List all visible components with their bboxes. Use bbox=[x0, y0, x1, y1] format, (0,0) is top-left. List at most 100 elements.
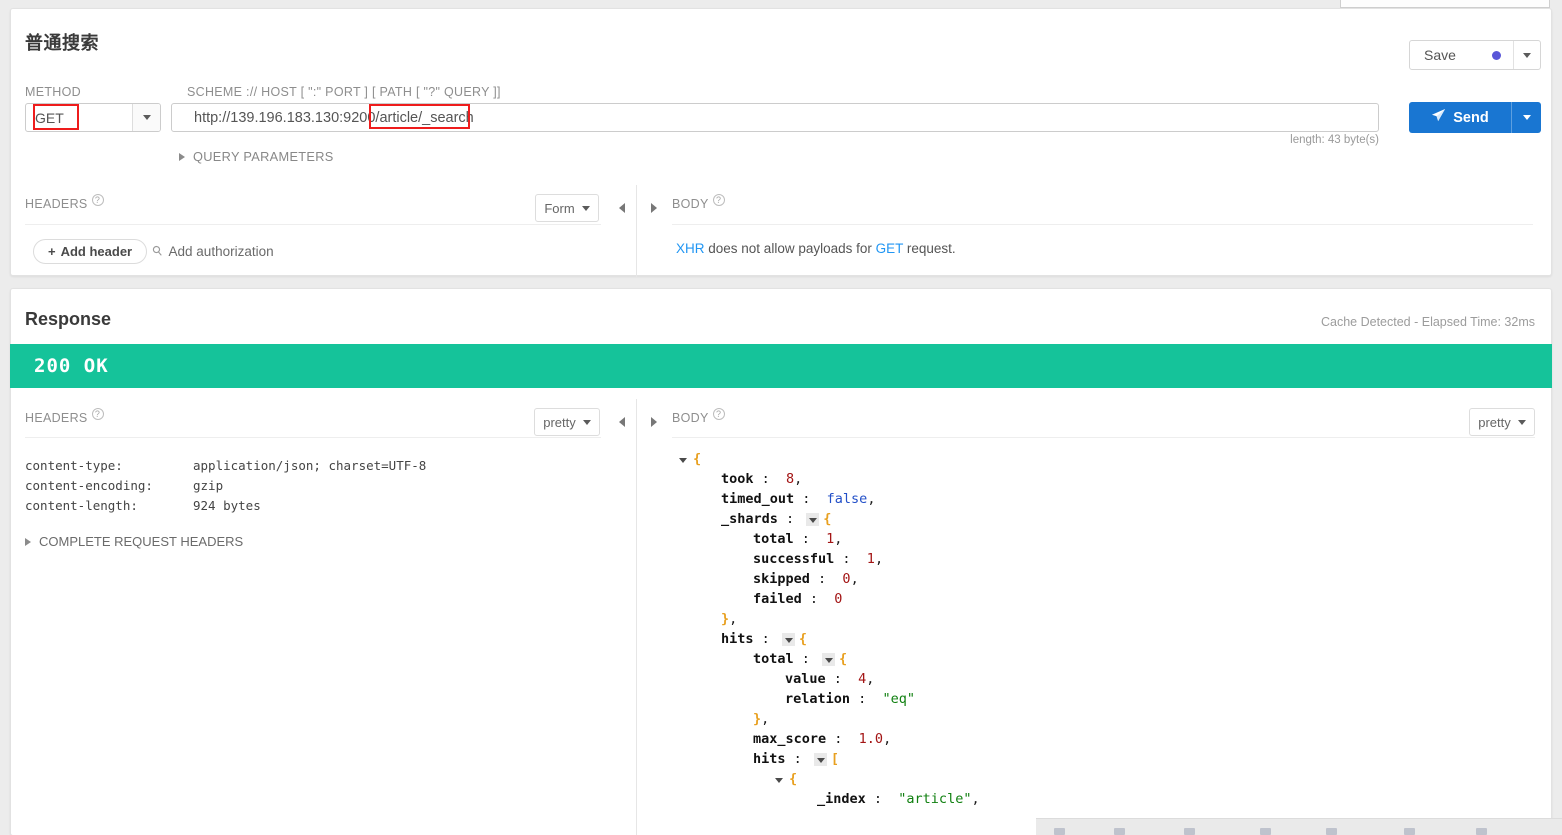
json-token-plain: : bbox=[825, 671, 859, 687]
json-token-plain: , bbox=[794, 471, 803, 487]
response-header-value: gzip bbox=[193, 477, 224, 493]
json-token-num: 0 bbox=[834, 591, 843, 607]
xhr-link[interactable]: XHR bbox=[676, 241, 705, 256]
taskbar-icon[interactable] bbox=[1114, 828, 1125, 835]
json-token-key: total bbox=[753, 531, 794, 547]
status-text: 200 OK bbox=[34, 355, 109, 377]
response-headers-label: HEADERS? bbox=[25, 408, 104, 425]
response-header-row: content-encoding: gzip bbox=[25, 475, 426, 495]
help-icon[interactable]: ? bbox=[712, 194, 725, 206]
request-title: 普通搜索 bbox=[25, 33, 99, 53]
plus-icon: + bbox=[48, 244, 56, 259]
response-headers-list: content-type: application/json; charset=U… bbox=[25, 455, 426, 515]
json-line: failed : 0 bbox=[672, 589, 1535, 609]
request-collapse-left-button[interactable] bbox=[615, 201, 629, 215]
method-select[interactable]: GET bbox=[25, 103, 161, 132]
taskbar-icon[interactable] bbox=[1326, 828, 1337, 835]
help-icon[interactable]: ? bbox=[712, 408, 725, 420]
send-dropdown-button[interactable] bbox=[1511, 102, 1541, 133]
paper-plane-icon bbox=[1431, 108, 1446, 127]
json-token-num: 1 bbox=[866, 551, 875, 567]
response-body-format-select[interactable]: pretty bbox=[1469, 408, 1535, 436]
request-headers-format-select[interactable]: Form bbox=[535, 194, 599, 222]
complete-request-headers-toggle[interactable]: COMPLETE REQUEST HEADERS bbox=[25, 534, 243, 549]
json-line: relation : "eq" bbox=[672, 689, 1535, 709]
response-collapse-left-button[interactable] bbox=[615, 415, 629, 429]
taskbar-icon[interactable] bbox=[1054, 828, 1065, 835]
json-line: total : { bbox=[672, 649, 1535, 669]
chevron-down-icon bbox=[1517, 419, 1526, 425]
json-collapse-toggle[interactable] bbox=[676, 453, 689, 466]
request-body-label: BODY? bbox=[672, 194, 725, 211]
send-button-main[interactable]: Send bbox=[1409, 108, 1511, 127]
taskbar-icon[interactable] bbox=[1476, 828, 1487, 835]
json-token-plain: : bbox=[785, 751, 810, 767]
json-token-brace: { bbox=[789, 771, 798, 787]
json-token-plain: : bbox=[794, 491, 827, 507]
request-headers-text: HEADERS bbox=[25, 197, 88, 212]
taskbar-icon[interactable] bbox=[1260, 828, 1271, 835]
url-input[interactable]: http://139.196.183.130:9200/article/_sea… bbox=[171, 103, 1379, 132]
json-line: hits : { bbox=[672, 629, 1535, 649]
json-token-plain: , bbox=[729, 611, 738, 627]
save-button[interactable]: Save bbox=[1409, 40, 1541, 70]
json-collapse-toggle[interactable] bbox=[822, 652, 836, 666]
json-token-plain: , bbox=[874, 551, 884, 567]
json-token-key: relation bbox=[785, 691, 851, 707]
json-collapse-toggle[interactable] bbox=[806, 512, 820, 526]
add-header-button[interactable]: + Add header bbox=[33, 239, 148, 264]
help-icon[interactable]: ? bbox=[91, 408, 104, 420]
chevron-down-icon bbox=[1522, 115, 1531, 120]
os-taskbar-strip[interactable] bbox=[1036, 818, 1562, 835]
json-token-brace: } bbox=[753, 711, 762, 727]
response-json-viewer[interactable]: {took : 8, timed_out : false, _shards : {t… bbox=[672, 449, 1535, 835]
chevron-down-icon bbox=[581, 205, 590, 211]
request-body-rule bbox=[672, 224, 1533, 225]
json-collapse-toggle[interactable] bbox=[781, 632, 795, 646]
response-header-value: 924 bytes bbox=[193, 497, 261, 513]
request-collapse-right-button[interactable] bbox=[647, 201, 661, 215]
json-token-plain: : bbox=[777, 511, 803, 527]
method-dropdown-button[interactable] bbox=[132, 104, 160, 131]
json-token-brace: [ bbox=[830, 751, 840, 767]
taskbar-icon[interactable] bbox=[1184, 828, 1195, 835]
send-button[interactable]: Send bbox=[1409, 102, 1541, 133]
json-token-key: _index bbox=[817, 791, 866, 807]
json-collapse-toggle[interactable] bbox=[813, 752, 827, 766]
add-authorization-button[interactable]: ⚲ Add authorization bbox=[149, 242, 274, 260]
response-panel: Response Cache Detected - Elapsed Time: … bbox=[10, 288, 1552, 835]
triangle-left-icon bbox=[619, 203, 625, 213]
json-line: timed_out : false, bbox=[672, 489, 1535, 509]
json-token-key: hits bbox=[721, 631, 754, 647]
json-token-plain: : bbox=[753, 631, 778, 647]
json-token-bool: false bbox=[826, 491, 868, 507]
json-token-plain: : bbox=[753, 471, 787, 487]
browser-tab-sliver[interactable] bbox=[1340, 0, 1550, 8]
help-icon[interactable]: ? bbox=[91, 194, 104, 206]
json-line: max_score : 1.0, bbox=[672, 729, 1535, 749]
response-header-value: application/json; charset=UTF-8 bbox=[193, 457, 427, 473]
add-authorization-label: Add authorization bbox=[168, 243, 274, 259]
response-headers-format-select[interactable]: pretty bbox=[534, 408, 600, 436]
json-token-plain: : bbox=[826, 731, 859, 747]
json-token-plain: , bbox=[971, 791, 980, 807]
taskbar-icon[interactable] bbox=[1404, 828, 1415, 835]
json-token-plain: : bbox=[834, 551, 867, 567]
get-link[interactable]: GET bbox=[876, 241, 904, 256]
request-body-text: BODY bbox=[672, 197, 709, 212]
json-collapse-toggle[interactable] bbox=[772, 773, 785, 786]
query-parameters-toggle[interactable]: QUERY PARAMETERS bbox=[179, 149, 334, 164]
save-dropdown-button[interactable] bbox=[1513, 41, 1540, 69]
json-line: hits : [ bbox=[672, 749, 1535, 769]
response-collapse-right-button[interactable] bbox=[647, 415, 661, 429]
json-line: successful : 1, bbox=[672, 549, 1535, 569]
request-panel: 普通搜索 METHOD SCHEME :// HOST [ ":" PORT ]… bbox=[10, 8, 1552, 277]
unsaved-dot-icon bbox=[1492, 50, 1501, 60]
url-value: http://139.196.183.130:9200/article/_sea… bbox=[194, 109, 474, 126]
json-token-num: 4 bbox=[858, 671, 867, 687]
json-line: skipped : 0, bbox=[672, 569, 1535, 589]
response-body-text: BODY bbox=[672, 411, 709, 426]
response-body-rule bbox=[672, 437, 1535, 438]
json-token-key: total bbox=[753, 651, 794, 667]
json-token-brace: { bbox=[823, 511, 832, 527]
